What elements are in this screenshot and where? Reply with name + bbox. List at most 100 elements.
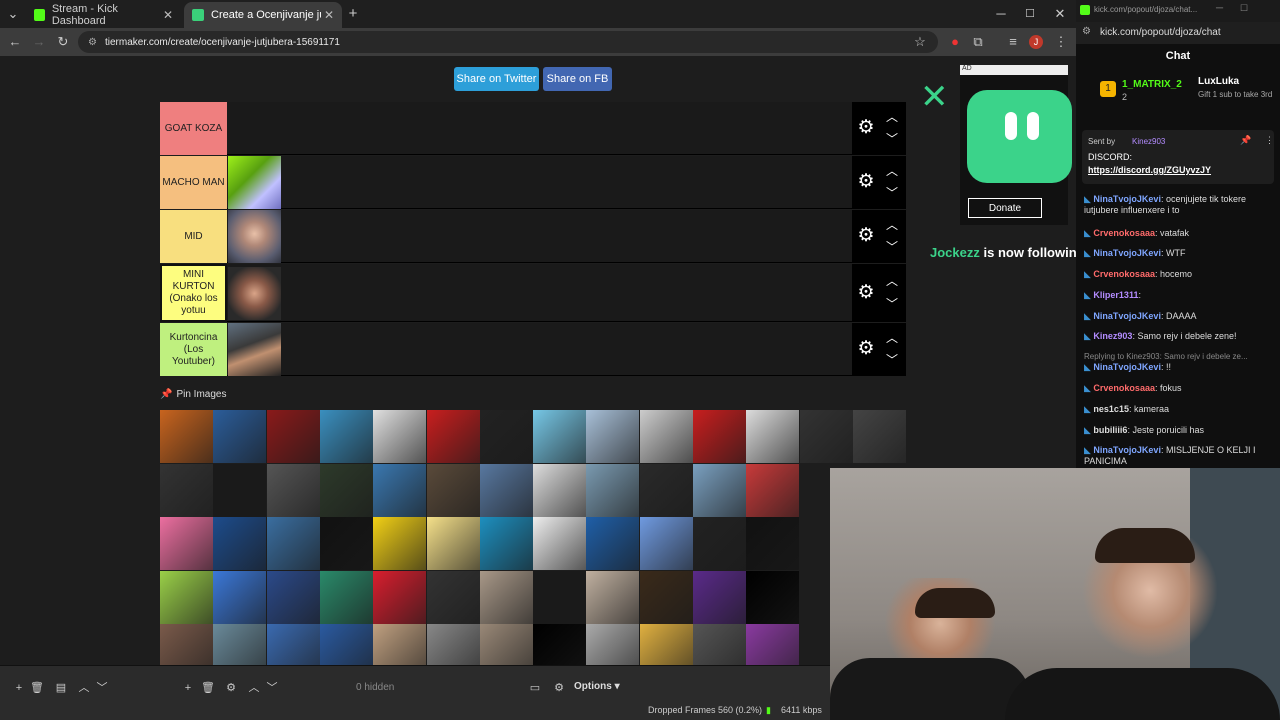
chat-username[interactable]: Crvenokosaaa [1093, 228, 1155, 238]
gear-icon[interactable]: ⚙ [856, 118, 876, 138]
youtuber-thumbnail[interactable] [479, 570, 533, 624]
tier-label[interactable]: GOAT KOZA [160, 102, 227, 155]
share-fb-button[interactable]: Share on FB [543, 67, 612, 91]
tier-label[interactable]: Kurtoncina (Los Youtuber) [160, 323, 227, 376]
close-window-icon[interactable]: ✕ [1051, 5, 1069, 23]
youtuber-thumbnail[interactable] [639, 570, 693, 624]
youtuber-thumbnail[interactable] [426, 517, 480, 570]
youtuber-thumbnail[interactable] [639, 517, 693, 570]
youtuber-thumbnail[interactable] [228, 267, 281, 320]
youtuber-thumbnail[interactable] [373, 517, 427, 570]
chevron-up-icon[interactable]: ︿ [884, 274, 900, 288]
youtuber-thumbnail[interactable] [160, 570, 213, 624]
youtuber-thumbnail[interactable] [479, 624, 533, 665]
youtuber-thumbnail[interactable] [160, 410, 213, 463]
youtuber-thumbnail[interactable] [213, 517, 267, 570]
chat-username[interactable]: Crvenokosaaa [1093, 269, 1155, 279]
pin-icon[interactable]: 📌 [1240, 135, 1251, 146]
trash-icon[interactable]: 🗑 [30, 681, 44, 695]
chevron-up-icon[interactable]: ︿ [77, 681, 91, 695]
trash-icon[interactable]: 🗑 [201, 681, 215, 695]
chat-username[interactable]: bubiliii6 [1093, 425, 1127, 435]
youtuber-thumbnail[interactable] [799, 410, 853, 463]
tab-list-icon[interactable]: ⌄ [4, 5, 22, 23]
chevron-down-icon[interactable]: ﹀ [95, 681, 109, 695]
youtuber-thumbnail[interactable] [533, 624, 587, 665]
tier-label[interactable]: MID [160, 210, 227, 263]
youtuber-thumbnail[interactable] [160, 517, 213, 570]
chevron-up-icon[interactable]: ︿ [884, 331, 900, 345]
youtuber-thumbnail[interactable] [746, 517, 800, 570]
maximize-icon[interactable]: ☐ [1021, 5, 1039, 23]
menu-kebab-icon[interactable]: ⋮ [1052, 33, 1070, 51]
pin-images-label[interactable]: 📌 Pin Images [160, 389, 226, 400]
youtuber-thumbnail[interactable] [319, 410, 373, 463]
youtuber-thumbnail[interactable] [319, 517, 373, 570]
chevron-down-icon[interactable]: ﹀ [265, 681, 279, 695]
youtuber-thumbnail[interactable] [426, 463, 480, 517]
chevron-down-icon[interactable]: ﹀ [884, 186, 900, 200]
youtuber-thumbnail[interactable] [479, 517, 533, 570]
tier-label[interactable]: MACHO MAN [160, 156, 227, 209]
new-tab-icon[interactable]: + [344, 5, 362, 23]
youtuber-thumbnail[interactable] [586, 517, 640, 570]
close-icon[interactable]: ✕ [163, 8, 173, 22]
profile-avatar[interactable]: J [1029, 35, 1043, 49]
extensions-puzzle-icon[interactable]: ⧉ [969, 33, 987, 51]
youtuber-thumbnail[interactable] [852, 410, 906, 463]
chevron-down-icon[interactable]: ﹀ [884, 297, 900, 311]
donate-button[interactable]: Donate [968, 198, 1042, 218]
maximize-icon[interactable]: ☐ [1240, 3, 1248, 14]
chat-username[interactable]: Kliper1311 [1093, 290, 1138, 300]
media-icon[interactable]: ≡ [1004, 33, 1022, 51]
youtuber-thumbnail[interactable] [160, 624, 213, 665]
youtuber-thumbnail[interactable] [319, 624, 373, 665]
youtuber-thumbnail[interactable] [373, 624, 427, 665]
chat-username[interactable]: NinaTvojoJKevi [1093, 311, 1161, 321]
youtuber-thumbnail[interactable] [639, 624, 693, 665]
chevron-up-icon[interactable]: ︿ [884, 218, 900, 232]
bookmark-star-icon[interactable]: ☆ [911, 33, 929, 51]
chat-username[interactable]: Crvenokosaaa [1093, 383, 1155, 393]
youtuber-thumbnail[interactable] [639, 410, 693, 463]
youtuber-thumbnail[interactable] [693, 463, 746, 517]
youtuber-thumbnail[interactable] [373, 570, 427, 624]
youtuber-thumbnail[interactable] [266, 570, 320, 624]
youtuber-thumbnail[interactable] [426, 410, 480, 463]
youtuber-thumbnail[interactable] [160, 463, 213, 517]
youtuber-thumbnail[interactable] [213, 410, 267, 463]
site-info-icon[interactable]: ⚙ [1082, 26, 1091, 37]
reload-icon[interactable]: ↻ [54, 33, 72, 51]
youtuber-thumbnail[interactable] [746, 570, 800, 624]
chat-username[interactable]: Kinez903 [1093, 331, 1132, 341]
pinned-link[interactable]: https://discord.gg/ZGUyvzJY [1088, 165, 1211, 175]
forward-icon[interactable]: → [30, 33, 48, 51]
youtuber-thumbnail[interactable] [586, 410, 640, 463]
minimize-icon[interactable]: ─ [1216, 3, 1223, 14]
youtuber-thumbnail[interactable] [266, 410, 320, 463]
youtuber-thumbnail[interactable] [533, 570, 587, 624]
youtuber-thumbnail[interactable] [533, 517, 587, 570]
chat-username[interactable]: NinaTvojoJKevi [1093, 248, 1161, 258]
gear-icon[interactable]: ⚙ [856, 339, 876, 359]
tab-kick-dashboard[interactable]: Stream - Kick Dashboard ✕ [26, 2, 181, 28]
youtuber-thumbnail[interactable] [639, 463, 693, 517]
youtuber-thumbnail[interactable] [586, 624, 640, 665]
youtuber-thumbnail[interactable] [693, 624, 746, 665]
youtuber-thumbnail[interactable] [746, 410, 800, 463]
youtuber-thumbnail[interactable] [533, 410, 587, 463]
back-icon[interactable]: ← [6, 33, 24, 51]
youtuber-thumbnail[interactable] [266, 463, 320, 517]
add-icon[interactable]: + [12, 681, 26, 695]
chat-username[interactable]: NinaTvojoJKevi [1093, 362, 1161, 372]
youtuber-thumbnail[interactable] [373, 410, 427, 463]
chevron-down-icon[interactable]: ﹀ [884, 132, 900, 146]
gift-prompt[interactable]: Gift 1 sub to take 3rd [1198, 90, 1276, 99]
gear-icon[interactable]: ⚙ [224, 681, 238, 695]
youtuber-thumbnail[interactable] [213, 463, 267, 517]
youtuber-thumbnail[interactable] [319, 463, 373, 517]
youtuber-thumbnail[interactable] [586, 463, 640, 517]
gear-icon[interactable]: ⚙ [856, 172, 876, 192]
menu-kebab-icon[interactable]: ⋮ [1265, 135, 1274, 146]
gear-icon[interactable]: ⚙ [856, 226, 876, 246]
